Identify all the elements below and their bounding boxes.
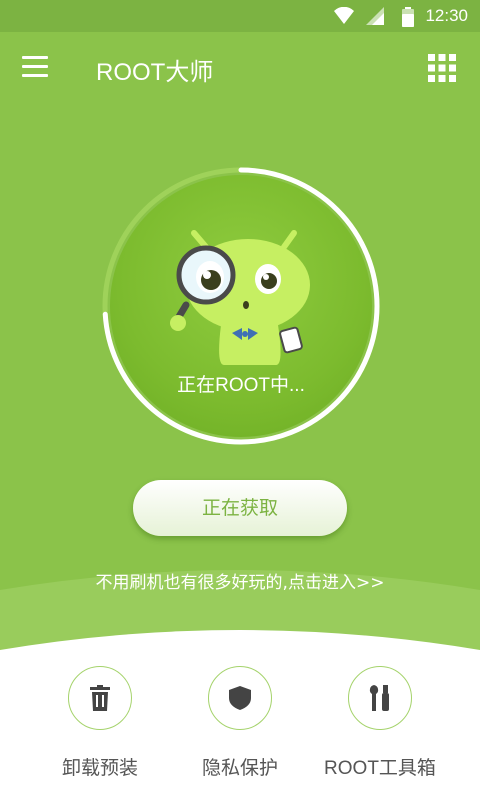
signal-icon [366, 7, 384, 25]
progress-inner: 正在ROOT中... [110, 175, 372, 437]
rooting-status-text: 正在ROOT中... [177, 375, 305, 396]
tool-circle [348, 666, 412, 730]
tool-circle [68, 666, 132, 730]
status-time: 12:30 [425, 6, 468, 25]
tool-circle [208, 666, 272, 730]
menu-icon-line [22, 56, 48, 59]
root-progress-circle: 正在ROOT中... [100, 165, 382, 447]
promo-link[interactable]: 不用刷机也有很多好玩的,点击进入>> [0, 568, 480, 593]
fetching-button[interactable]: 正在获取 [133, 480, 347, 536]
tool-label: 隐私保护 [201, 758, 278, 779]
battery-icon [402, 7, 414, 27]
tool-uninstall-preinstalled[interactable]: 卸载预装 [20, 666, 180, 780]
menu-icon-line [22, 65, 48, 68]
tools-icon [369, 685, 389, 711]
tool-label: 卸载预装 [61, 758, 138, 779]
app-bar: ROOT大师 [0, 32, 480, 106]
tool-root-toolbox[interactable]: ROOT工具箱 [300, 666, 460, 780]
shield-icon [229, 686, 251, 710]
status-bar: 12:30 [0, 0, 480, 32]
tool-label: ROOT工具箱 [324, 758, 436, 779]
tool-privacy-protection[interactable]: 隐私保护 [160, 666, 320, 780]
menu-icon-line [22, 74, 48, 77]
wifi-icon [334, 7, 354, 24]
apps-grid-icon[interactable] [428, 54, 456, 82]
mascot-magnifier-icon [170, 230, 310, 365]
app-title: ROOT大师 [96, 59, 214, 86]
tools-panel: 卸载预装 隐私保护 ROOT工具箱 [0, 650, 480, 800]
trash-icon [90, 685, 110, 711]
menu-button[interactable] [22, 56, 52, 82]
